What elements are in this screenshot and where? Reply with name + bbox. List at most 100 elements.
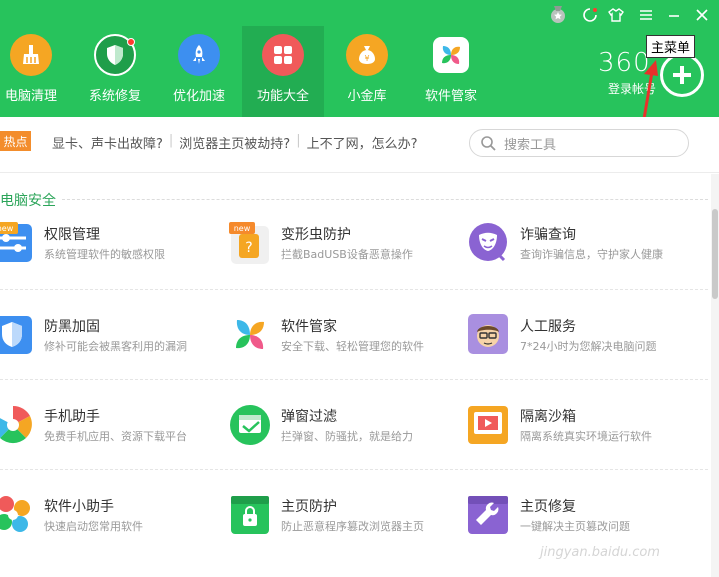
row-divider bbox=[0, 469, 708, 470]
tool-desc: 安全下载、轻松管理您的软件 bbox=[281, 340, 424, 353]
main-nav: 电脑清理 系统修复 优化加速 功能大全 ¥ 小金库 软件管家 bbox=[0, 26, 520, 117]
tool-name: 防黑加固 bbox=[44, 319, 100, 335]
tool-software-helper[interactable]: 软件小助手 快速启动您常用软件 bbox=[0, 494, 222, 554]
hot-badge: 热点 bbox=[0, 131, 31, 151]
menu-lines-icon[interactable] bbox=[636, 5, 656, 25]
skin-icon[interactable] bbox=[580, 5, 600, 25]
tool-phone-assistant[interactable]: 手机助手 免费手机应用、资源下载平台 bbox=[0, 404, 222, 464]
mask-icon bbox=[468, 222, 510, 264]
shirt-icon[interactable] bbox=[606, 5, 626, 25]
top-header: 电脑清理 系统修复 优化加速 功能大全 ¥ 小金库 软件管家 360 登录帐号 … bbox=[0, 0, 719, 155]
tool-desc: 修补可能会被黑客利用的漏洞 bbox=[44, 340, 187, 353]
minimize-icon[interactable] bbox=[664, 5, 684, 25]
software-icon bbox=[433, 37, 469, 73]
watermark: jingyan.baidu.com bbox=[540, 545, 660, 560]
tool-name: 变形虫防护 bbox=[281, 227, 351, 243]
nav-item-software[interactable]: 软件管家 bbox=[410, 26, 492, 117]
tool-harden[interactable]: 防黑加固 修补可能会被黑客利用的漏洞 bbox=[0, 314, 222, 374]
tool-desc: 免费手机应用、资源下载平台 bbox=[44, 430, 187, 443]
broom-icon bbox=[10, 34, 52, 76]
nav-item-vault[interactable]: ¥ 小金库 bbox=[326, 26, 408, 117]
nav-item-functions[interactable]: 功能大全 bbox=[242, 26, 324, 117]
nav-label: 功能大全 bbox=[256, 89, 309, 104]
tool-popup-filter[interactable]: 弹窗过滤 拦弹窗、防骚扰，就是给力 bbox=[229, 404, 459, 464]
homepage-lock-icon bbox=[229, 494, 271, 536]
nav-item-cleanup[interactable]: 电脑清理 bbox=[0, 26, 72, 117]
hot-link[interactable]: 浏览器主页被劫持? bbox=[179, 133, 290, 152]
window-controls bbox=[548, 4, 718, 26]
tool-desc: 拦弹窗、防骚扰，就是给力 bbox=[281, 430, 413, 443]
tool-name: 人工服务 bbox=[520, 319, 576, 335]
row-divider bbox=[0, 379, 708, 380]
new-badge: new bbox=[0, 224, 14, 233]
tool-name: 主页修复 bbox=[520, 499, 576, 515]
tool-desc: 快速启动您常用软件 bbox=[44, 520, 143, 533]
nav-item-speedup[interactable]: 优化加速 bbox=[158, 26, 240, 117]
tool-sandbox[interactable]: 隔离沙箱 隔离系统真实环境运行软件 bbox=[468, 404, 698, 464]
medal-icon[interactable] bbox=[548, 4, 568, 24]
search-input[interactable]: 搜索工具 bbox=[469, 129, 689, 157]
close-icon[interactable] bbox=[692, 5, 712, 25]
hot-links: 显卡、声卡出故障? | 浏览器主页被劫持? | 上不了网，怎么办? bbox=[52, 133, 418, 152]
separator: | bbox=[168, 133, 174, 148]
money-bag-icon: ¥ bbox=[346, 34, 388, 76]
section-divider bbox=[62, 199, 708, 200]
tool-name: 权限管理 bbox=[44, 227, 100, 243]
notification-dot bbox=[127, 38, 135, 46]
hot-link[interactable]: 显卡、声卡出故障? bbox=[52, 133, 163, 152]
nav-item-repair[interactable]: 系统修复 bbox=[74, 26, 156, 117]
nav-label: 优化加速 bbox=[172, 89, 225, 104]
scrollbar[interactable] bbox=[711, 174, 719, 577]
shield-icon bbox=[94, 34, 136, 76]
tool-permission[interactable]: new 权限管理 系统管理软件的敏感权限 bbox=[0, 222, 222, 282]
scrollbar-thumb[interactable] bbox=[712, 209, 718, 299]
popup-filter-icon bbox=[229, 404, 271, 446]
phone-assistant-icon bbox=[0, 404, 34, 446]
tool-software-manager[interactable]: 软件管家 安全下载、轻松管理您的软件 bbox=[229, 314, 459, 374]
search-icon bbox=[481, 136, 496, 151]
nav-label: 软件管家 bbox=[424, 89, 477, 104]
tool-name: 弹窗过滤 bbox=[281, 409, 337, 425]
permission-icon: new bbox=[0, 222, 34, 264]
row-divider bbox=[0, 289, 708, 290]
tool-name: 隔离沙箱 bbox=[520, 409, 576, 425]
software-manager-icon bbox=[229, 314, 271, 356]
person-service-icon bbox=[468, 314, 510, 356]
separator: | bbox=[296, 133, 301, 148]
section-title: 电脑安全 bbox=[0, 193, 56, 209]
software-helper-icon bbox=[0, 494, 34, 536]
tool-name: 软件小助手 bbox=[44, 499, 114, 515]
nav-label: 小金库 bbox=[347, 89, 387, 104]
wrench-icon bbox=[468, 494, 510, 536]
tool-desc: 查询诈骗信息，守护家人健康 bbox=[520, 248, 663, 261]
tools-panel: 电脑安全 new 权限管理 系统管理软件的敏感权限 ? new 变形虫防护 拦截B… bbox=[0, 174, 711, 577]
tool-desc: 拦截BadUSB设备恶意操作 bbox=[281, 248, 413, 261]
amoeba-icon: ? new bbox=[229, 222, 271, 264]
tool-name: 软件管家 bbox=[281, 319, 337, 335]
tool-name: 诈骗查询 bbox=[520, 227, 576, 243]
shield-harden-icon bbox=[0, 314, 34, 356]
tool-desc: 隔离系统真实环境运行软件 bbox=[520, 430, 652, 443]
tool-name: 手机助手 bbox=[44, 409, 100, 425]
main-menu-tooltip: 主菜单 bbox=[646, 35, 696, 58]
tool-homepage-protect[interactable]: 主页防护 防止恶意程序篡改浏览器主页 bbox=[229, 494, 459, 554]
sandbox-icon bbox=[468, 404, 510, 446]
nav-label: 系统修复 bbox=[88, 89, 141, 104]
rocket-icon bbox=[178, 34, 220, 76]
svg-text:¥: ¥ bbox=[364, 54, 369, 63]
tool-human-service[interactable]: 人工服务 7*24小时为您解决电脑问题 bbox=[468, 314, 698, 374]
search-placeholder: 搜索工具 bbox=[504, 137, 557, 153]
tool-fraud-check[interactable]: 诈骗查询 查询诈骗信息，守护家人健康 bbox=[468, 222, 698, 282]
hot-link[interactable]: 上不了网，怎么办? bbox=[307, 133, 418, 152]
grid-icon bbox=[262, 34, 304, 76]
svg-text:?: ? bbox=[245, 240, 252, 256]
plus-icon bbox=[673, 66, 691, 84]
tool-desc: 一键解决主页篡改问题 bbox=[520, 520, 630, 533]
svg-text:new: new bbox=[234, 224, 251, 233]
tool-name: 主页防护 bbox=[281, 499, 337, 515]
tool-desc: 7*24小时为您解决电脑问题 bbox=[520, 340, 657, 353]
tool-desc: 防止恶意程序篡改浏览器主页 bbox=[281, 520, 424, 533]
main-menu-button[interactable] bbox=[660, 53, 704, 97]
hot-topics-bar: 热点 显卡、声卡出故障? | 浏览器主页被劫持? | 上不了网，怎么办? 搜索工… bbox=[0, 117, 719, 173]
tool-amoeba[interactable]: ? new 变形虫防护 拦截BadUSB设备恶意操作 bbox=[229, 222, 459, 282]
